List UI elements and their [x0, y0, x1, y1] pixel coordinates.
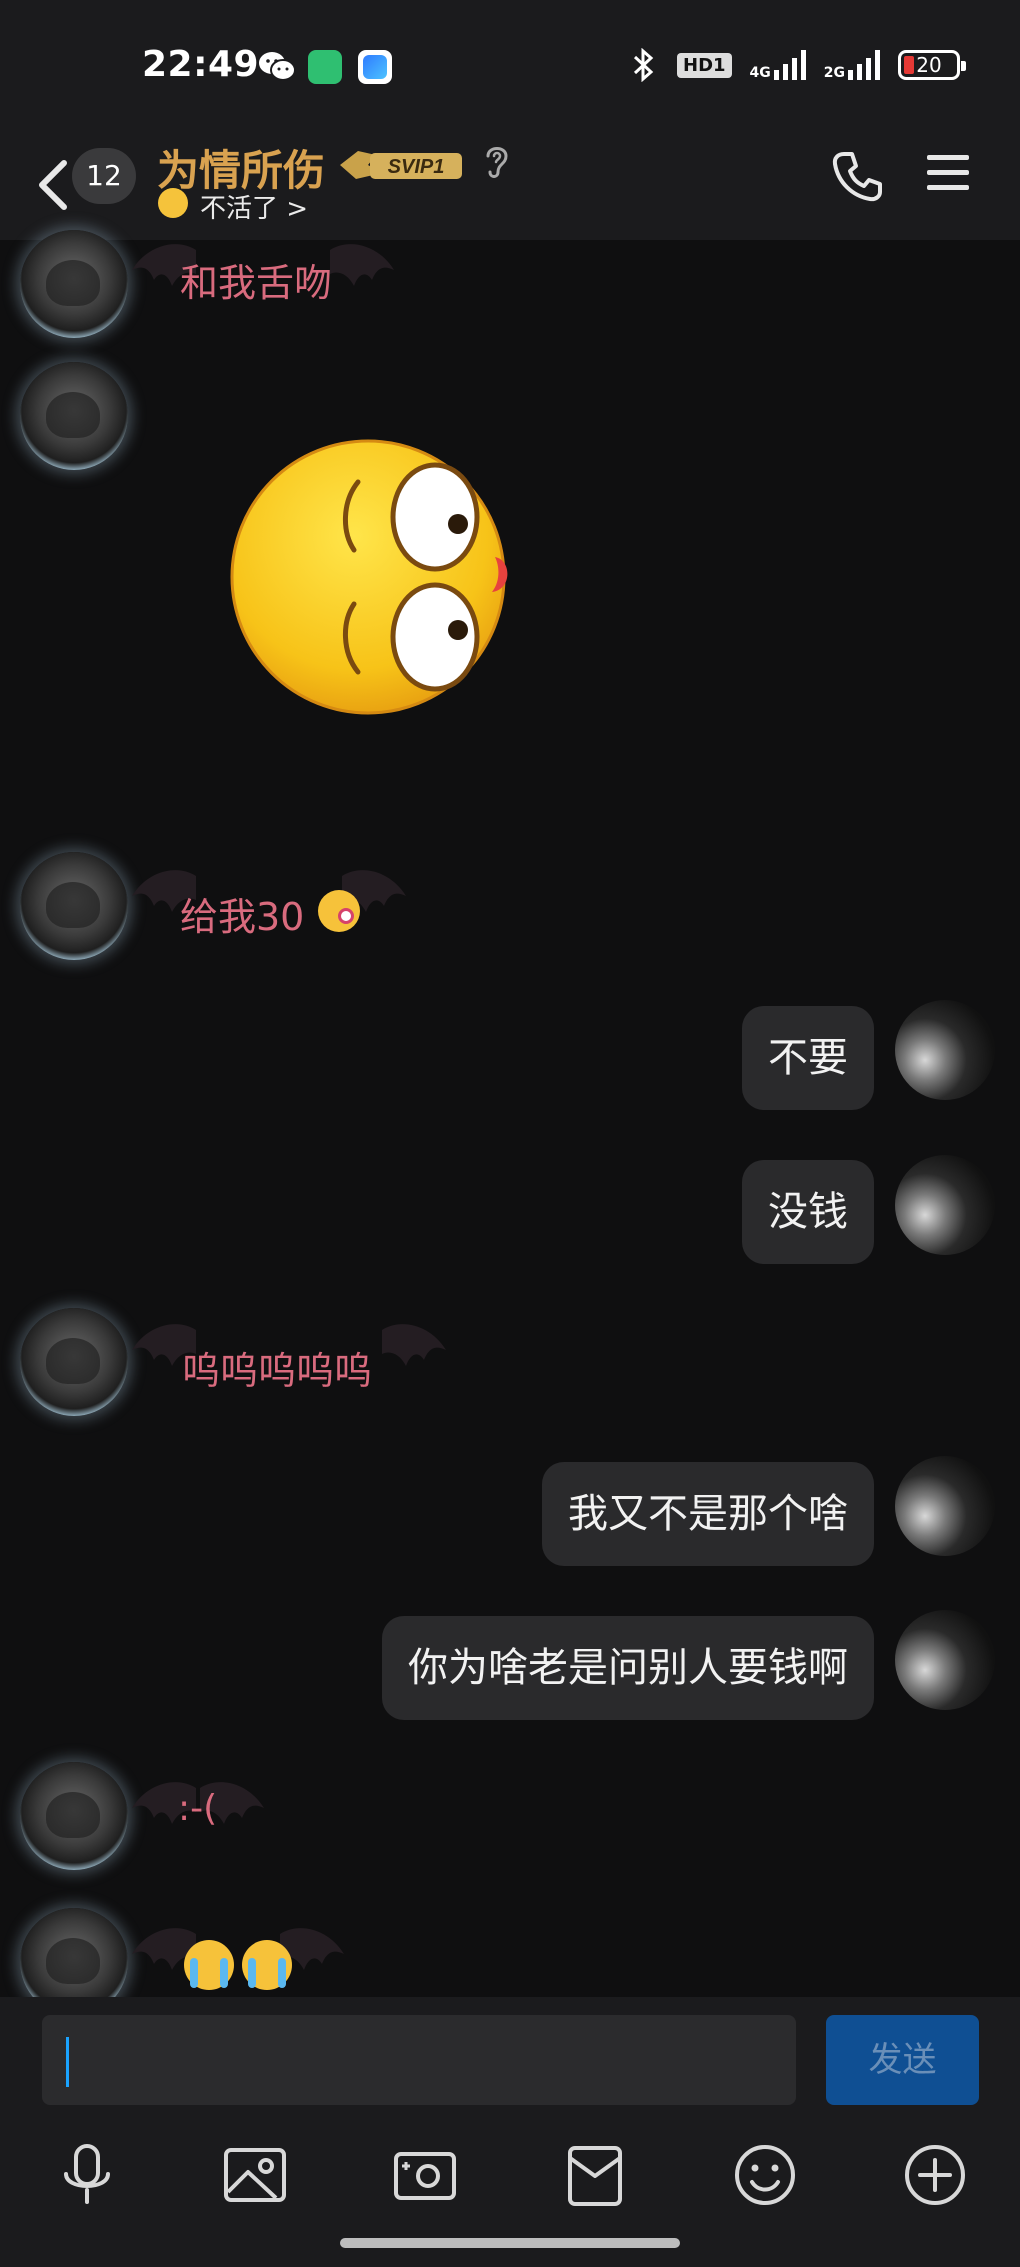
svip-badge: SVIP1 [340, 151, 462, 179]
status-bar: 22:49 HD1 4G 2G 20 [0, 0, 1020, 135]
contact-avatar[interactable] [20, 362, 128, 470]
net2-label: 2G [823, 65, 845, 81]
text-caret [66, 2037, 69, 2087]
send-button[interactable]: 发送 [826, 2015, 979, 2105]
googly-eye-emoji-sticker[interactable] [230, 432, 510, 722]
back-chevron-icon[interactable] [30, 155, 76, 215]
microphone-icon[interactable] [52, 2140, 122, 2210]
app-icon [358, 50, 392, 84]
yum-face-emoji-icon [318, 890, 360, 932]
message-bubble-right: 没钱 [742, 1160, 874, 1264]
my-avatar[interactable] [895, 1000, 995, 1100]
message-bubble-left [128, 1920, 348, 1990]
battery-app-icon [308, 50, 342, 84]
loudly-crying-emoji-icon [184, 1940, 234, 1990]
wechat-icon [259, 52, 296, 81]
my-avatar[interactable] [895, 1610, 995, 1710]
image-icon[interactable] [220, 2140, 290, 2210]
message-bubble-right: 我又不是那个啥 [542, 1462, 874, 1566]
bat-wing-right-icon [382, 1324, 446, 1366]
unread-badge[interactable]: 12 [72, 148, 136, 204]
bat-wing-right-icon [330, 244, 394, 286]
message-bubble-right: 不要 [742, 1006, 874, 1110]
status-time: 22:49 [142, 44, 260, 85]
signal-4g: 4G [750, 50, 806, 80]
loudly-crying-emoji-icon [242, 1940, 292, 1990]
red-packet-icon[interactable] [560, 2140, 630, 2210]
svip-label: SVIP1 [388, 156, 445, 178]
menu-icon[interactable] [925, 152, 971, 194]
message-bubble-left: :-( [128, 1774, 268, 1854]
bluetooth-icon [633, 48, 654, 82]
emoji-icon[interactable] [730, 2140, 800, 2210]
message-text: 呜呜呜呜呜 [182, 1349, 373, 1393]
message-input[interactable] [42, 2015, 796, 2105]
chat-screen: 22:49 HD1 4G 2G 20 12 为情所伤 SVIP1 不活了 > 和… [0, 0, 1020, 2267]
message-text: 给我30 [180, 895, 305, 939]
camera-icon[interactable] [390, 2140, 460, 2210]
message-bubble-left: 呜呜呜呜呜 [128, 1316, 450, 1396]
signal-2g: 2G [824, 50, 880, 80]
status-emoji-icon [158, 188, 188, 218]
contact-avatar[interactable] [20, 1762, 128, 1870]
phone-icon[interactable] [830, 148, 886, 204]
ear-icon[interactable] [480, 140, 512, 180]
message-text: 和我舌吻 [180, 261, 333, 305]
status-indicators: HD1 4G 2G 20 [629, 48, 966, 82]
my-avatar[interactable] [895, 1456, 995, 1556]
net1-label: 4G [749, 65, 771, 81]
message-bubble-left: 给我30 [128, 862, 410, 942]
hd-badge: HD1 [677, 52, 732, 78]
contact-avatar[interactable] [20, 230, 128, 338]
message-text: :-( [178, 1788, 218, 1829]
message-bubble-right: 你为啥老是问别人要钱啊 [382, 1616, 874, 1720]
plus-icon[interactable] [900, 2140, 970, 2210]
contact-status[interactable]: 不活了 > [200, 188, 308, 225]
contact-avatar[interactable] [20, 1308, 128, 1416]
my-avatar[interactable] [895, 1155, 995, 1255]
home-indicator[interactable] [340, 2238, 680, 2248]
battery-icon: 20 [898, 50, 966, 80]
battery-level: 20 [916, 53, 942, 77]
input-bar: 发送 [0, 1997, 1020, 2267]
message-bubble-left: 和我舌吻 [128, 236, 398, 316]
contact-avatar[interactable] [20, 852, 128, 960]
